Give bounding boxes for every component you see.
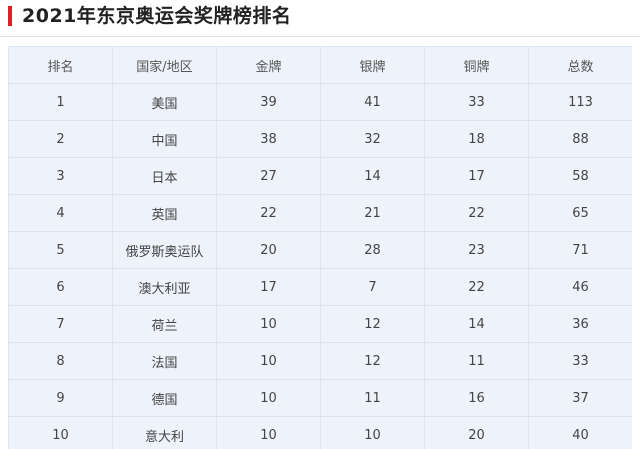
title-accent-mark: [8, 6, 12, 26]
cell-gold: 10: [216, 379, 321, 417]
medal-table-container: 排名 国家/地区 金牌 银牌 铜牌 总数 1 美国 39 41 33 113 2…: [8, 46, 632, 449]
cell-silver: 28: [320, 231, 425, 269]
table-row: 1 美国 39 41 33 113: [8, 83, 632, 121]
cell-gold: 20: [216, 231, 321, 269]
cell-silver: 10: [320, 416, 425, 449]
cell-country: 荷兰: [112, 305, 217, 343]
cell-bronze: 23: [424, 231, 529, 269]
cell-rank: 5: [8, 231, 113, 269]
cell-silver: 14: [320, 157, 425, 195]
cell-bronze: 22: [424, 268, 529, 306]
header-total: 总数: [528, 46, 632, 84]
cell-rank: 1: [8, 83, 113, 121]
cell-silver: 12: [320, 305, 425, 343]
header-gold: 金牌: [216, 46, 321, 84]
table-row: 6 澳大利亚 17 7 22 46: [8, 268, 632, 306]
cell-country: 德国: [112, 379, 217, 417]
cell-silver: 21: [320, 194, 425, 232]
cell-country: 法国: [112, 342, 217, 380]
page-title: 2021年东京奥运会奖牌榜排名: [22, 5, 292, 27]
cell-total: 88: [528, 120, 632, 158]
medal-table: 排名 国家/地区 金牌 银牌 铜牌 总数 1 美国 39 41 33 113 2…: [8, 46, 632, 449]
cell-rank: 7: [8, 305, 113, 343]
cell-gold: 27: [216, 157, 321, 195]
header-bronze: 铜牌: [424, 46, 529, 84]
cell-country: 澳大利亚: [112, 268, 217, 306]
cell-bronze: 14: [424, 305, 529, 343]
cell-gold: 10: [216, 342, 321, 380]
cell-gold: 39: [216, 83, 321, 121]
cell-silver: 11: [320, 379, 425, 417]
cell-total: 37: [528, 379, 632, 417]
table-row: 7 荷兰 10 12 14 36: [8, 305, 632, 343]
cell-rank: 4: [8, 194, 113, 232]
cell-total: 46: [528, 268, 632, 306]
cell-bronze: 17: [424, 157, 529, 195]
cell-rank: 2: [8, 120, 113, 158]
cell-silver: 12: [320, 342, 425, 380]
cell-total: 71: [528, 231, 632, 269]
cell-bronze: 11: [424, 342, 529, 380]
cell-country: 日本: [112, 157, 217, 195]
cell-total: 33: [528, 342, 632, 380]
cell-silver: 32: [320, 120, 425, 158]
cell-country: 英国: [112, 194, 217, 232]
table-row: 10 意大利 10 10 20 40: [8, 416, 632, 449]
cell-silver: 7: [320, 268, 425, 306]
cell-silver: 41: [320, 83, 425, 121]
cell-country: 意大利: [112, 416, 217, 449]
cell-rank: 3: [8, 157, 113, 195]
header-rank: 排名: [8, 46, 113, 84]
cell-country: 俄罗斯奥运队: [112, 231, 217, 269]
table-row: 3 日本 27 14 17 58: [8, 157, 632, 195]
cell-rank: 9: [8, 379, 113, 417]
cell-bronze: 22: [424, 194, 529, 232]
table-row: 8 法国 10 12 11 33: [8, 342, 632, 380]
cell-gold: 10: [216, 416, 321, 449]
header-silver: 银牌: [320, 46, 425, 84]
cell-bronze: 20: [424, 416, 529, 449]
table-row: 4 英国 22 21 22 65: [8, 194, 632, 232]
cell-bronze: 18: [424, 120, 529, 158]
cell-bronze: 33: [424, 83, 529, 121]
cell-rank: 8: [8, 342, 113, 380]
cell-gold: 17: [216, 268, 321, 306]
cell-gold: 10: [216, 305, 321, 343]
cell-gold: 38: [216, 120, 321, 158]
page: 2021年东京奥运会奖牌榜排名 排名 国家/地区 金牌 银牌 铜牌 总数 1 美…: [0, 0, 640, 449]
cell-total: 40: [528, 416, 632, 449]
cell-country: 美国: [112, 83, 217, 121]
title-bar: 2021年东京奥运会奖牌榜排名: [0, 0, 640, 37]
cell-total: 36: [528, 305, 632, 343]
table-row: 5 俄罗斯奥运队 20 28 23 71: [8, 231, 632, 269]
table-row: 9 德国 10 11 16 37: [8, 379, 632, 417]
table-row: 2 中国 38 32 18 88: [8, 120, 632, 158]
cell-rank: 6: [8, 268, 113, 306]
cell-gold: 22: [216, 194, 321, 232]
cell-rank: 10: [8, 416, 113, 449]
cell-country: 中国: [112, 120, 217, 158]
header-country: 国家/地区: [112, 46, 217, 84]
cell-bronze: 16: [424, 379, 529, 417]
cell-total: 58: [528, 157, 632, 195]
table-header-row: 排名 国家/地区 金牌 银牌 铜牌 总数: [8, 46, 632, 84]
cell-total: 65: [528, 194, 632, 232]
cell-total: 113: [528, 83, 632, 121]
